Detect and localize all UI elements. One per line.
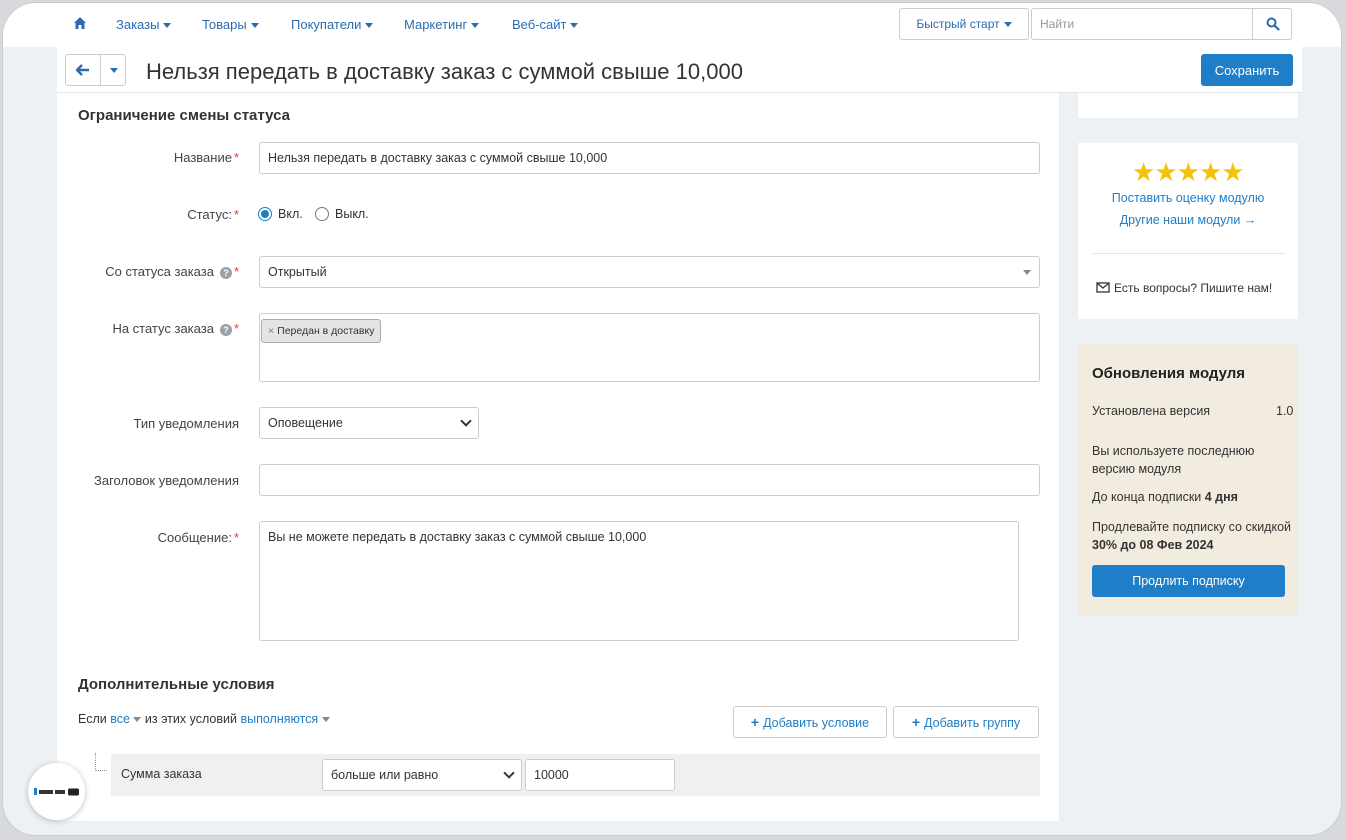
to-status-label: На статус заказа? * — [112, 321, 239, 336]
chevron-down-icon — [321, 717, 330, 723]
status-off-label[interactable]: Выкл. — [335, 207, 369, 221]
notify-type-label: Тип уведомления — [133, 416, 239, 431]
subscription-remaining: До конца подписки 4 дня — [1092, 490, 1238, 504]
quick-start-button[interactable]: Быстрый старт — [899, 8, 1029, 40]
chevron-down-icon — [110, 68, 118, 73]
updates-title: Обновления модуля — [1092, 365, 1246, 382]
conditions-sentence: Если все из этих условий выполняются — [78, 712, 330, 726]
top-nav: Заказы Товары Покупатели Маркетинг Веб-с… — [3, 3, 1341, 47]
search-input[interactable] — [1031, 8, 1253, 40]
question-circle-icon[interactable]: ? — [219, 266, 232, 279]
rating-stars[interactable]: ★★★★★ — [1132, 157, 1245, 187]
sidebar-panel-top — [1078, 93, 1298, 118]
chevron-down-icon — [250, 23, 259, 29]
status-tag[interactable]: × Передан в доставку — [261, 319, 382, 343]
home-icon[interactable] — [73, 16, 87, 30]
star-icon: ★ — [1154, 157, 1177, 187]
name-input[interactable]: Нельзя передать в доставку заказ с суммо… — [259, 142, 1040, 174]
star-icon: ★ — [1176, 157, 1200, 187]
plus-icon: + — [750, 714, 760, 730]
plus-icon: + — [911, 714, 921, 730]
nav-item-website[interactable]: Веб-сайт — [512, 17, 579, 32]
status-on-label[interactable]: Вкл. — [278, 207, 303, 221]
required-mark: * — [233, 207, 239, 222]
renew-offer-text: Продлевайте подписку со скидкой 30% до 0… — [1092, 520, 1292, 552]
nav-item-customers[interactable]: Покупатели — [291, 17, 374, 32]
to-status-multiselect[interactable]: × Передан в доставку — [259, 313, 1040, 382]
envelope-icon — [1096, 282, 1110, 293]
chevron-down-icon — [1023, 270, 1031, 275]
installed-version-label: Установлена версия — [1092, 404, 1211, 418]
required-mark: * — [233, 150, 239, 165]
arrow-left-icon — [76, 64, 89, 76]
all-dropdown[interactable]: все — [110, 712, 142, 726]
status-on-radio[interactable] — [258, 207, 272, 221]
nav-item-marketing[interactable]: Маркетинг — [404, 17, 480, 32]
latest-version-text: Вы используете последнюю версию модуля — [1092, 444, 1255, 476]
chevron-down-icon — [570, 23, 579, 29]
cs-cart-logo — [34, 788, 79, 796]
from-status-select[interactable]: Открытый — [259, 256, 1040, 288]
met-dropdown[interactable]: выполняются — [240, 712, 330, 726]
tree-connector — [95, 753, 107, 771]
notify-title-label: Заголовок уведомления — [94, 473, 239, 488]
page-header: Нельзя передать в доставку заказ с суммо… — [57, 47, 1302, 93]
chevron-down-icon — [1003, 22, 1012, 28]
condition-field-label: Сумма заказа — [121, 767, 202, 781]
cs-cart-logo-badge[interactable] — [28, 763, 85, 820]
chevron-down-icon — [133, 717, 142, 723]
close-icon[interactable]: × — [268, 325, 274, 337]
chevron-down-icon — [163, 23, 172, 29]
contact-link[interactable]: Есть вопросы? Пишите нам! — [1096, 281, 1272, 295]
name-label: Название * — [173, 150, 239, 165]
main-panel: Ограничение смены статуса Название * Нель… — [57, 93, 1059, 821]
question-circle-icon[interactable]: ? — [219, 323, 232, 336]
message-label: Сообщение: * — [157, 530, 239, 545]
section-title-status-restriction: Ограничение смены статуса — [78, 107, 290, 124]
divider — [1092, 253, 1285, 254]
star-icon: ★ — [1132, 157, 1155, 187]
app-window: Заказы Товары Покупатели Маркетинг Веб-с… — [2, 2, 1342, 836]
back-dropdown-button[interactable] — [100, 54, 126, 86]
save-button[interactable]: Сохранить — [1201, 54, 1293, 86]
condition-value-input[interactable]: 10000 — [525, 759, 675, 791]
chevron-down-icon — [471, 23, 480, 29]
section-title-conditions: Дополнительные условия — [78, 676, 275, 693]
renew-subscription-button[interactable]: Продлить подписку — [1092, 565, 1285, 597]
notify-type-select[interactable]: Оповещение — [259, 407, 479, 439]
star-icon: ★ — [1221, 157, 1244, 187]
condition-operator-select[interactable]: больше или равно — [322, 759, 522, 791]
nav-item-orders[interactable]: Заказы — [116, 17, 172, 32]
search-icon — [1266, 17, 1280, 31]
search-button[interactable] — [1252, 8, 1292, 40]
sidebar-rating-panel: ★★★★★ Поставить оценку модулю Другие наш… — [1078, 143, 1298, 319]
page-title: Нельзя передать в доставку заказ с суммо… — [146, 59, 743, 84]
notify-title-input[interactable] — [259, 464, 1040, 496]
required-mark: * — [233, 321, 239, 336]
other-modules-link[interactable]: Другие наши модули → — [1078, 213, 1298, 227]
required-mark: * — [233, 530, 239, 545]
back-button[interactable] — [65, 54, 101, 86]
from-status-label: Со статуса заказа? * — [105, 264, 239, 279]
status-label: Статус: * — [187, 207, 239, 222]
star-icon: ★ — [1198, 157, 1222, 187]
installed-version-value: 1.0 — [1276, 404, 1294, 418]
required-mark: * — [233, 264, 239, 279]
add-condition-button[interactable]: + Добавить условие — [733, 706, 887, 738]
status-off-radio[interactable] — [315, 207, 329, 221]
module-updates-panel: Обновления модуля Установлена версия 1.0… — [1078, 344, 1298, 616]
message-textarea[interactable]: Вы не можете передать в доставку заказ с… — [259, 521, 1019, 641]
chevron-down-icon — [365, 23, 374, 29]
nav-item-products[interactable]: Товары — [202, 17, 259, 32]
rate-module-link[interactable]: Поставить оценку модулю — [1078, 191, 1298, 205]
condition-row: Сумма заказа больше или равно 10000 — [111, 754, 1040, 796]
add-group-button[interactable]: + Добавить группу — [893, 706, 1039, 738]
